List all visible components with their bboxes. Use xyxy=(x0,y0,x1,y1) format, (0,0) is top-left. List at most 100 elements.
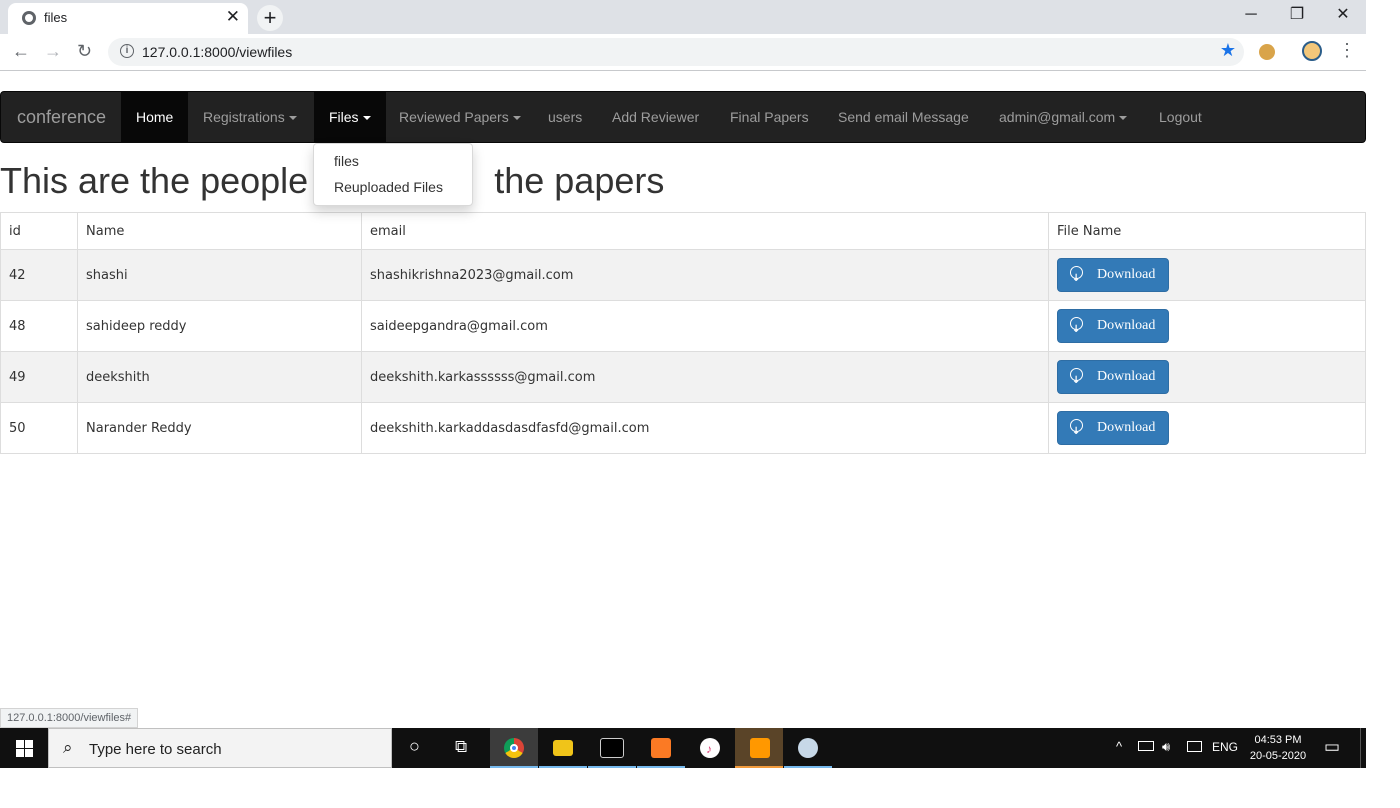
nav-users[interactable]: users xyxy=(533,92,597,142)
cell-name: Narander Reddy xyxy=(77,402,362,454)
address-bar[interactable]: i 127.0.0.1:8000/viewfiles ★ xyxy=(108,38,1244,66)
search-icon: ⌕ xyxy=(63,738,73,757)
caret-down-icon xyxy=(512,116,521,121)
nav-files-label: Files xyxy=(329,109,359,125)
browser-toolbar: ← → ↻ i 127.0.0.1:8000/viewfiles ★ ⋮ xyxy=(0,34,1366,71)
table-header-row: id Name email File Name xyxy=(0,212,1366,250)
cell-file: Download xyxy=(1048,249,1366,301)
download-icon xyxy=(1070,365,1083,397)
files-table: id Name email File Name 42 shashi shashi… xyxy=(0,212,1366,454)
cell-email: shashikrishna2023@gmail.com xyxy=(361,249,1049,301)
volume-icon[interactable]: 🔊︎ xyxy=(1162,739,1170,755)
battery-icon[interactable] xyxy=(1138,741,1154,751)
windows-start-icon[interactable] xyxy=(0,728,48,768)
nav-add-reviewer-label: Add Reviewer xyxy=(612,109,700,125)
itunes-icon[interactable]: ♪ xyxy=(686,728,734,768)
file-explorer-icon[interactable] xyxy=(539,728,587,768)
browser-tab-strip: files ✕ + ─ ❐ ✕ xyxy=(0,0,1366,34)
taskbar-clock[interactable]: 04:53 PM 20-05-2020 xyxy=(1240,732,1316,764)
cell-file: Download xyxy=(1048,300,1366,352)
nav-reviewed-papers[interactable]: Reviewed Papers xyxy=(384,92,536,142)
task-view-icon[interactable]: ⧉ xyxy=(440,728,488,768)
table-row: 42 shashi shashikrishna2023@gmail.com Do… xyxy=(0,249,1366,301)
sublime-text-icon[interactable] xyxy=(735,728,783,768)
dropdown-item-files[interactable]: files xyxy=(334,153,359,169)
cell-id: 42 xyxy=(0,249,78,301)
page-heading-left: This are the people xyxy=(0,160,309,201)
download-button[interactable]: Download xyxy=(1057,258,1169,295)
page-heading-right: the papers xyxy=(494,160,665,201)
nav-final-papers[interactable]: Final Papers xyxy=(715,92,824,142)
download-button[interactable]: Download xyxy=(1057,360,1169,397)
nav-send-email[interactable]: Send email Message xyxy=(823,92,984,142)
download-icon xyxy=(1070,263,1083,295)
table-row: 48 sahideep reddy saideepgandra@gmail.co… xyxy=(0,300,1366,352)
cell-email: deekshith.karkassssss@gmail.com xyxy=(361,351,1049,403)
window-close-icon[interactable]: ✕ xyxy=(1320,2,1366,30)
clock-date: 20-05-2020 xyxy=(1249,750,1307,762)
profile-avatar[interactable] xyxy=(1302,41,1322,61)
bookmark-star-icon[interactable]: ★ xyxy=(1220,40,1236,61)
cell-file: Download xyxy=(1048,402,1366,454)
xampp-icon[interactable] xyxy=(637,728,685,768)
notification-icon[interactable]: ▭ xyxy=(1324,737,1340,757)
cortana-icon[interactable]: ○ xyxy=(392,728,440,768)
chrome-icon[interactable] xyxy=(490,728,538,768)
navbar-brand[interactable]: conference xyxy=(17,107,106,128)
show-desktop-button[interactable] xyxy=(1360,728,1366,768)
caret-down-icon xyxy=(1119,116,1128,121)
nav-final-papers-label: Final Papers xyxy=(730,109,809,125)
tab-title: files xyxy=(44,10,68,25)
forward-icon[interactable]: → xyxy=(44,41,62,62)
table-row: 50 Narander Reddy deekshith.karkaddasdas… xyxy=(0,402,1366,454)
download-button[interactable]: Download xyxy=(1057,309,1169,346)
address-url[interactable]: 127.0.0.1:8000/viewfiles xyxy=(142,44,292,60)
cookie-extension-icon[interactable] xyxy=(1259,44,1275,60)
site-navbar: conference Home Registrations Files Revi… xyxy=(0,91,1366,143)
cell-email: saideepgandra@gmail.com xyxy=(361,300,1049,352)
clock-time: 04:53 PM xyxy=(1254,734,1302,746)
paint-icon[interactable] xyxy=(784,728,832,768)
download-button-label: Download xyxy=(1097,267,1156,282)
globe-icon xyxy=(22,11,36,25)
new-tab-button[interactable]: + xyxy=(257,5,283,31)
cell-id: 50 xyxy=(0,402,78,454)
nav-add-reviewer[interactable]: Add Reviewer xyxy=(597,92,714,142)
restore-icon[interactable]: ❐ xyxy=(1274,2,1320,30)
caret-down-icon xyxy=(362,116,371,121)
tab-close-icon[interactable]: ✕ xyxy=(226,7,240,27)
nav-home[interactable]: Home xyxy=(121,92,189,142)
nav-account-label: admin@gmail.com xyxy=(999,109,1116,125)
show-hidden-icons[interactable]: ^ xyxy=(1116,739,1122,754)
nav-account[interactable]: admin@gmail.com xyxy=(984,92,1142,142)
nav-files[interactable]: Files xyxy=(314,92,386,142)
download-button[interactable]: Download xyxy=(1057,411,1169,448)
browser-menu-icon[interactable]: ⋮ xyxy=(1338,40,1356,61)
download-button-label: Download xyxy=(1097,318,1156,333)
cell-email: deekshith.karkaddasdasdfasfd@gmail.com xyxy=(361,402,1049,454)
reload-icon[interactable]: ↻ xyxy=(77,41,92,62)
network-icon[interactable] xyxy=(1187,741,1202,752)
nav-registrations[interactable]: Registrations xyxy=(188,92,312,142)
taskbar-search-box[interactable]: ⌕ Type here to search xyxy=(48,728,392,768)
cell-name: deekshith xyxy=(77,351,362,403)
terminal-icon[interactable] xyxy=(588,728,636,768)
cell-file: Download xyxy=(1048,351,1366,403)
nav-send-email-label: Send email Message xyxy=(838,109,969,125)
dropdown-item-reuploaded-files[interactable]: Reuploaded Files xyxy=(334,179,443,195)
back-icon[interactable]: ← xyxy=(12,41,30,62)
minimize-icon[interactable]: ─ xyxy=(1228,2,1274,30)
browser-tab[interactable]: files ✕ xyxy=(8,3,248,34)
nav-logout[interactable]: Logout xyxy=(1144,92,1217,142)
language-indicator[interactable]: ENG xyxy=(1212,740,1238,754)
windows-taskbar: ⌕ Type here to search ○ ⧉ ♪ ^ 🔊︎ ENG 04:… xyxy=(0,728,1366,768)
cell-name: shashi xyxy=(77,249,362,301)
cell-name: sahideep reddy xyxy=(77,300,362,352)
site-info-icon[interactable]: i xyxy=(120,44,134,58)
files-dropdown-menu: files Reuploaded Files xyxy=(313,143,473,206)
status-url-bar: 127.0.0.1:8000/viewfiles# xyxy=(0,708,139,728)
download-icon xyxy=(1070,314,1083,346)
column-header-file-name: File Name xyxy=(1048,212,1366,250)
nav-home-label: Home xyxy=(136,109,174,125)
cell-id: 48 xyxy=(0,300,78,352)
